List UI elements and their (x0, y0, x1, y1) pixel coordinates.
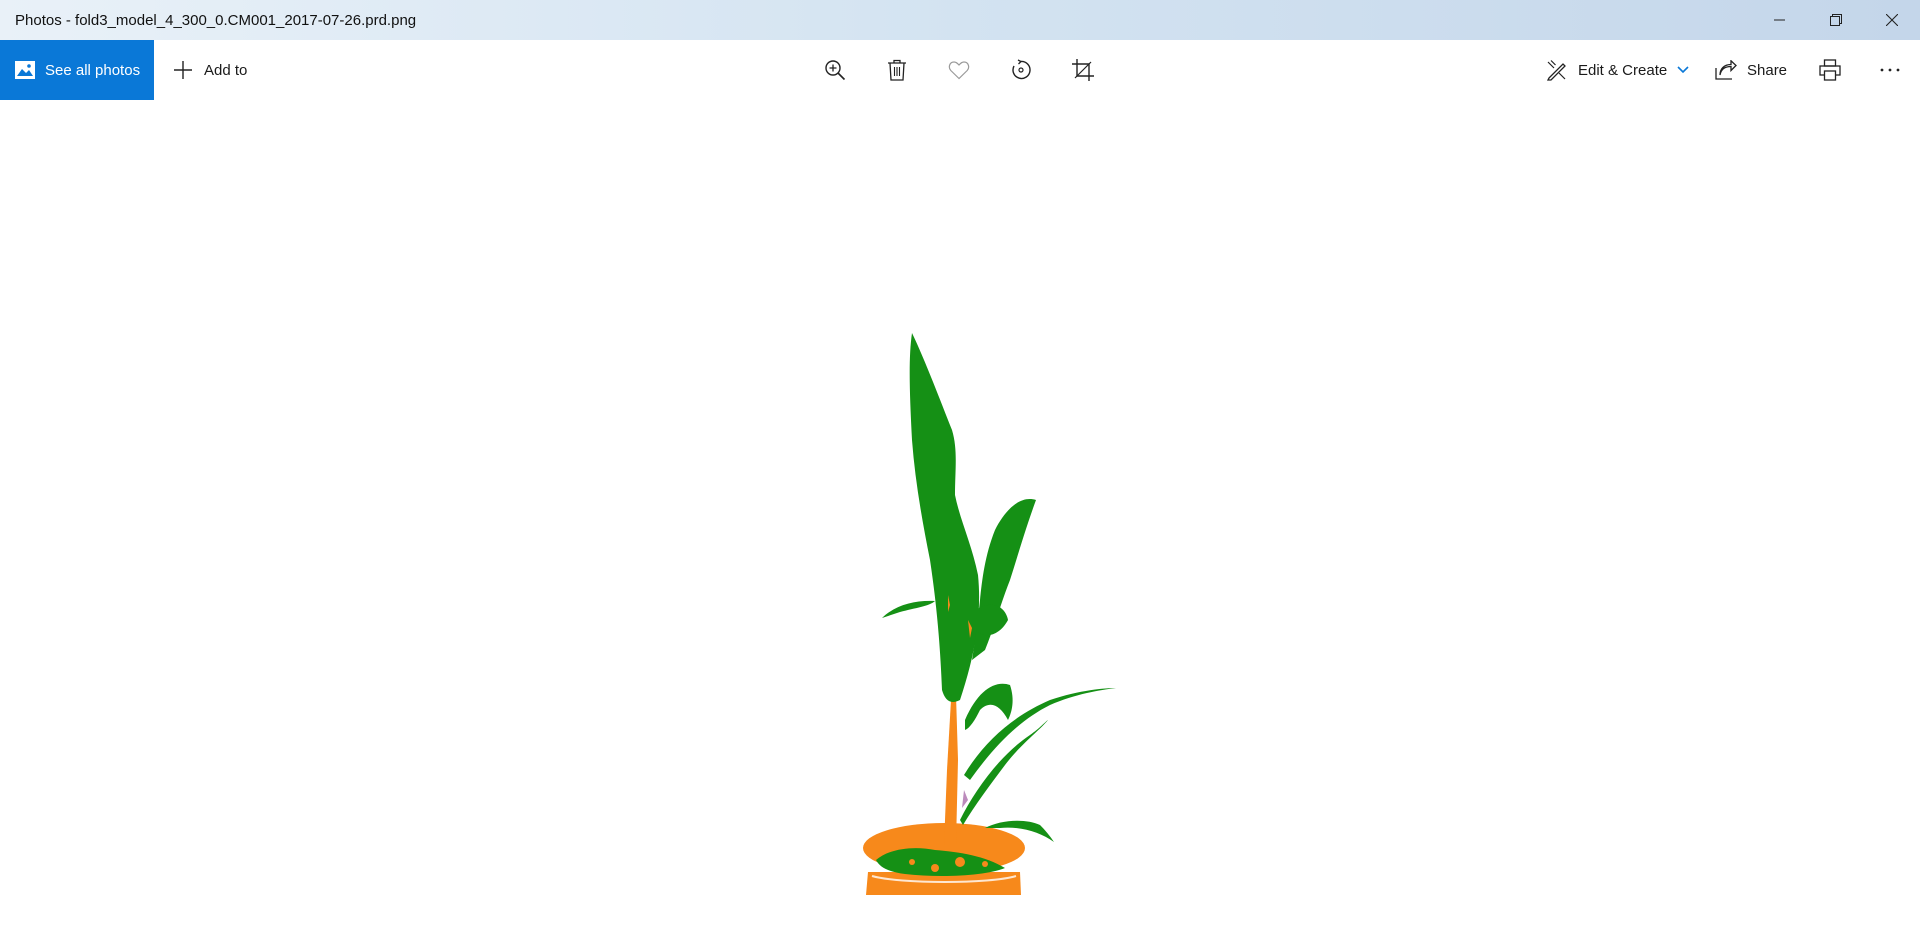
minimize-button[interactable] (1752, 0, 1808, 40)
toolbar: See all photos Add to Edit & Create Shar… (0, 40, 1920, 100)
restore-icon (1830, 14, 1842, 26)
window-controls (1752, 0, 1920, 40)
plant-stem (944, 695, 958, 845)
favorite-icon (948, 61, 970, 80)
upper-right-leaf (972, 499, 1036, 660)
share-button[interactable]: Share (1715, 40, 1787, 100)
restore-button[interactable] (1808, 0, 1864, 40)
see-all-photos-label: See all photos (45, 61, 141, 79)
edit-create-button[interactable]: Edit & Create (1546, 40, 1689, 100)
plus-icon (174, 61, 192, 79)
main-leaf (909, 333, 980, 702)
zoom-in-icon (825, 60, 846, 81)
close-icon (1886, 14, 1898, 26)
share-icon (1715, 60, 1737, 80)
edit-create-icon (1546, 60, 1566, 81)
more-icon (1880, 68, 1900, 72)
crop-icon (1072, 59, 1094, 81)
photo-canvas[interactable] (0, 100, 1920, 948)
share-label: Share (1747, 61, 1788, 79)
edit-create-label: Edit & Create (1578, 61, 1668, 79)
favorite-button[interactable] (934, 40, 984, 100)
mid-leaf (965, 683, 1013, 730)
more-button[interactable] (1865, 40, 1915, 100)
delete-icon (888, 59, 906, 81)
photo-icon (15, 61, 35, 79)
crop-button[interactable] (1058, 40, 1108, 100)
plant-photo (863, 333, 1116, 895)
add-to-button[interactable]: Add to (164, 40, 257, 100)
minimize-icon (1774, 19, 1785, 21)
zoom-button[interactable] (810, 40, 860, 100)
chevron-down-icon (1677, 66, 1689, 74)
see-all-photos-button[interactable]: See all photos (0, 40, 154, 100)
print-button[interactable] (1805, 40, 1855, 100)
rotate-icon (1012, 59, 1031, 80)
close-button[interactable] (1864, 0, 1920, 40)
window-title: Photos - fold3_model_4_300_0.CM001_2017-… (15, 12, 417, 29)
delete-button[interactable] (872, 40, 922, 100)
print-icon (1819, 59, 1841, 81)
rotate-button[interactable] (996, 40, 1046, 100)
title-bar: Photos - fold3_model_4_300_0.CM001_2017-… (0, 0, 1920, 40)
left-leaf (882, 600, 935, 618)
add-to-label: Add to (204, 61, 248, 79)
